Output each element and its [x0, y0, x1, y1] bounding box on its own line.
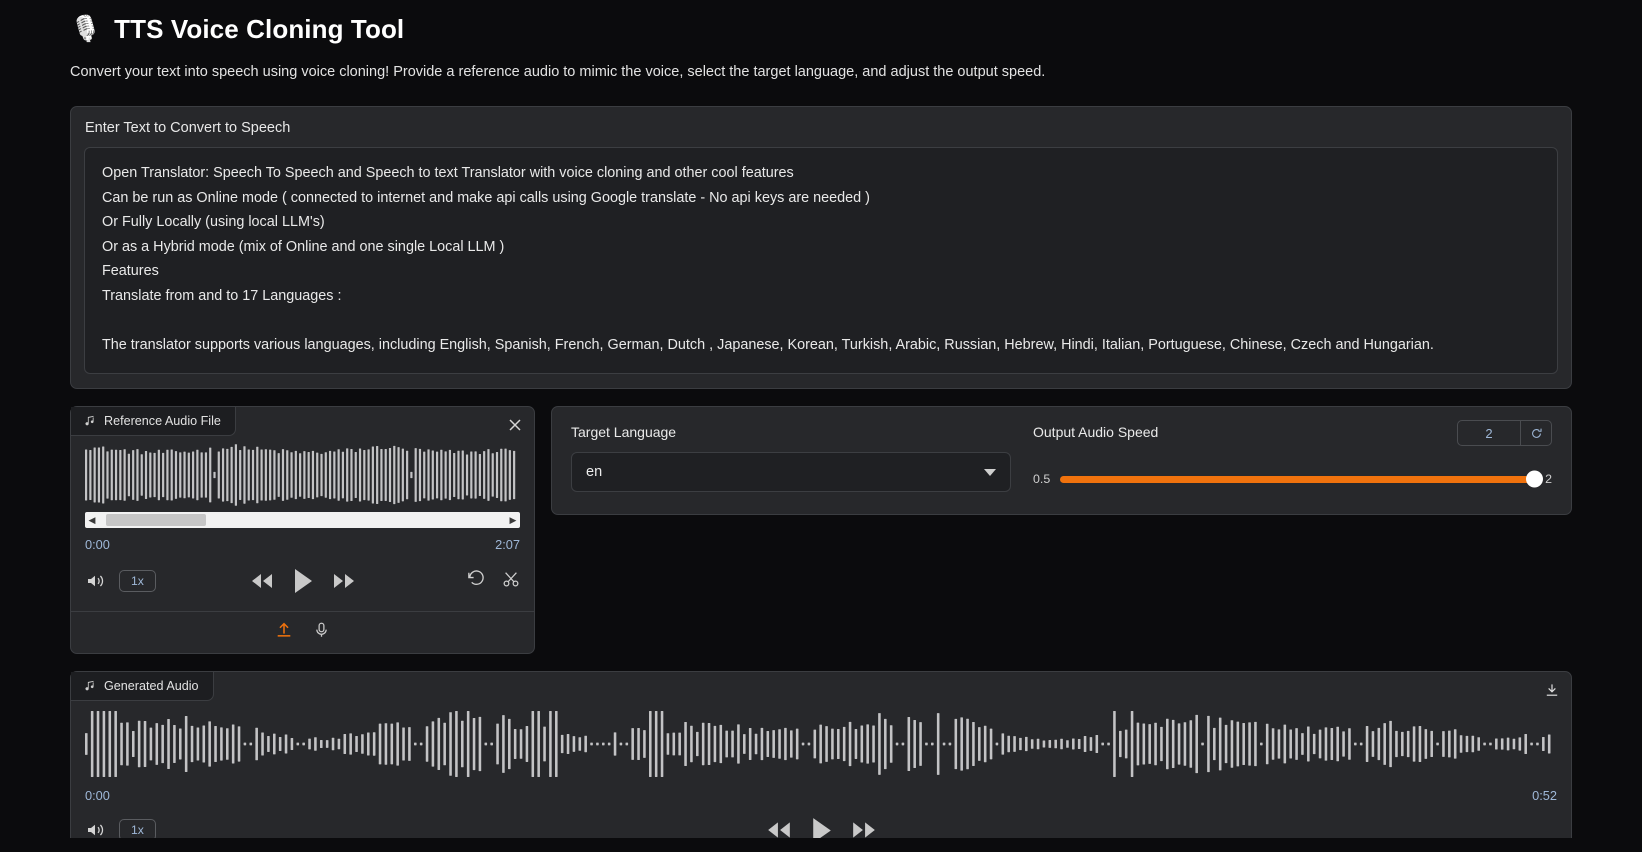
play-icon[interactable] [291, 567, 315, 595]
reference-time-end: 2:07 [495, 537, 520, 552]
app-root: 🎙️ TTS Voice Cloning Tool Convert your t… [0, 0, 1642, 852]
bottom-strip [0, 838, 1642, 852]
scissors-glyph [503, 571, 519, 586]
volume-icon[interactable] [85, 572, 107, 590]
fast-forward-icon[interactable] [851, 820, 877, 840]
reference-time-start: 0:00 [85, 537, 110, 552]
reference-controls: 1x [71, 552, 534, 611]
reset-icon[interactable] [1520, 421, 1551, 445]
download-glyph [1546, 684, 1558, 696]
undo-glyph [468, 570, 484, 585]
microphone-icon[interactable] [313, 621, 330, 644]
rewind-glyph [767, 822, 790, 838]
output-speed-number-box: 2 [1457, 420, 1552, 446]
music-note-icon [85, 415, 94, 425]
page-header: 🎙️ TTS Voice Cloning Tool [70, 0, 1572, 52]
fast-forward-icon[interactable] [332, 572, 356, 590]
reference-audio-tag: Reference Audio File [71, 407, 236, 436]
settings-panel: Target Language en Output Audio Speed 2 [551, 406, 1572, 515]
undo-icon[interactable] [466, 569, 485, 593]
play-glyph [294, 569, 312, 593]
microphone-glyph [316, 622, 327, 637]
reference-waveform-scrollbar[interactable]: ◀ ▶ [85, 512, 520, 528]
output-speed-group: Output Audio Speed 2 0.5 2 [1033, 420, 1552, 492]
page-subtitle: Convert your text into speech using voic… [70, 64, 1046, 80]
generated-audio-tag-label: Generated Audio [104, 679, 199, 693]
reference-audio-tag-label: Reference Audio File [104, 414, 221, 428]
page-title: TTS Voice Cloning Tool [114, 13, 405, 44]
reference-speed-button[interactable]: 1x [119, 570, 156, 592]
slider-max-label: 2 [1545, 472, 1552, 486]
generated-waveform [85, 711, 1551, 777]
middle-row: Reference Audio File ◀ ▶ 0:00 2:07 1x Ta… [70, 406, 1572, 654]
rewind-icon[interactable] [766, 820, 792, 840]
text-input-panel: Enter Text to Convert to Speech Open Tra… [70, 106, 1572, 389]
volume-icon[interactable] [85, 821, 107, 839]
slider-min-label: 0.5 [1033, 472, 1051, 486]
target-language-group: Target Language en [571, 424, 1011, 492]
microphone-icon: 🎙️ [70, 14, 102, 43]
close-icon[interactable] [503, 413, 527, 437]
download-icon[interactable] [1540, 678, 1564, 702]
target-language-value: en [586, 464, 603, 480]
chevron-down-icon [984, 468, 996, 476]
forward-glyph [333, 574, 354, 588]
target-language-label: Target Language [571, 424, 677, 440]
reset-glyph [1531, 428, 1542, 438]
generated-time-start: 0:00 [85, 788, 110, 803]
upload-icon[interactable] [275, 621, 293, 644]
output-speed-label: Output Audio Speed [1033, 424, 1159, 440]
reference-time-row: 0:00 2:07 [71, 528, 534, 552]
scroll-left-icon[interactable]: ◀ [85, 515, 99, 526]
generated-waveform-container[interactable] [71, 701, 1571, 777]
reference-audio-card: Reference Audio File ◀ ▶ 0:00 2:07 1x [70, 406, 535, 654]
music-note-icon [85, 680, 94, 690]
reference-audio-source-row [71, 611, 534, 653]
reference-waveform [85, 444, 516, 506]
text-input-label: Enter Text to Convert to Speech [85, 120, 291, 136]
generated-audio-card: Generated Audio 0:00 0:52 1x [70, 671, 1572, 852]
output-speed-slider-row: 0.5 2 [1033, 470, 1552, 488]
scrollbar-thumb[interactable] [106, 514, 206, 526]
output-speed-input[interactable]: 2 [1458, 426, 1520, 441]
rewind-glyph [251, 574, 272, 588]
scroll-right-icon[interactable]: ▶ [506, 515, 520, 526]
slider-handle[interactable] [1526, 470, 1544, 488]
reference-edit-tools [466, 569, 520, 593]
upload-glyph [277, 622, 291, 637]
output-speed-slider[interactable] [1060, 470, 1544, 488]
scissors-icon[interactable] [502, 570, 520, 593]
generated-time-row: 0:00 0:52 [71, 777, 1571, 803]
text-input-textarea[interactable]: Open Translator: Speech To Speech and Sp… [84, 147, 1558, 374]
generated-audio-tag: Generated Audio [71, 672, 214, 701]
target-language-select[interactable]: en [571, 452, 1011, 492]
close-glyph [509, 419, 521, 431]
reference-waveform-container[interactable] [71, 436, 534, 506]
rewind-icon[interactable] [250, 572, 274, 590]
output-speed-header: Output Audio Speed 2 [1033, 420, 1552, 452]
generated-time-end: 0:52 [1532, 788, 1557, 803]
forward-glyph [852, 822, 875, 838]
